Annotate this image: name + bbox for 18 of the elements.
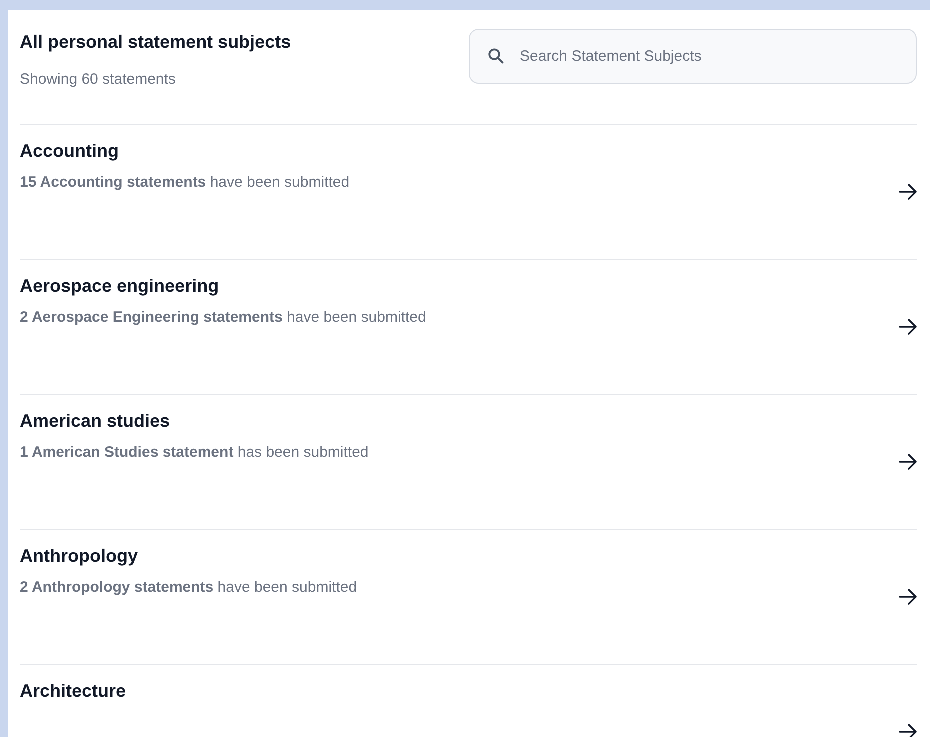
subject-name[interactable]: Anthropology [20,544,358,568]
submission-summary: 1 American Studies statement has been submitted [20,443,369,463]
arrow-right-icon[interactable] [899,319,917,335]
page-title: All personal statement subjects [20,31,292,54]
submission-summary: 2 Aerospace Engineering statements have been submitted [20,308,426,328]
subject-name[interactable]: Aerospace engineering [20,274,426,298]
arrow-right-icon[interactable] [899,589,917,605]
submission-summary: 2 Anthropology statements have been submitted [20,578,358,598]
subject-name[interactable]: American studies [20,409,369,433]
submission-summary: 15 Accounting statements have been submitted [20,173,350,193]
arrow-right-icon[interactable] [899,454,917,470]
arrow-right-icon[interactable] [899,184,917,200]
search-field[interactable]: Search Statement Subjects [469,29,917,84]
statement-count: Showing 60 statements [20,70,177,90]
search-icon [487,47,505,65]
subject-name[interactable]: Accounting [20,139,350,163]
subject-name[interactable]: Architecture [20,679,126,703]
arrow-right-icon[interactable] [899,724,917,737]
